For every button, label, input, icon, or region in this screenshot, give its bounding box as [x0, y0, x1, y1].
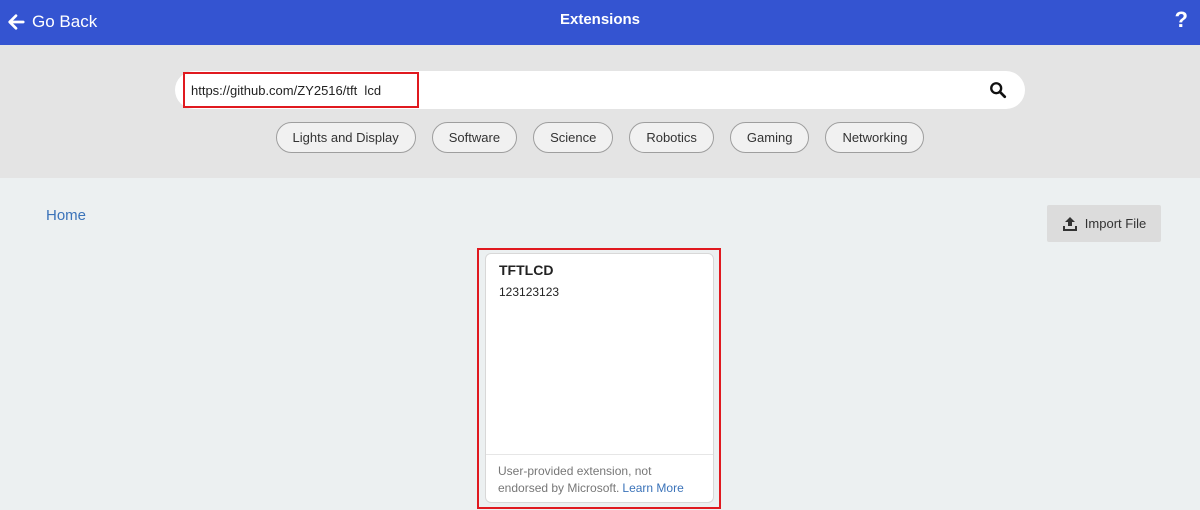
search-panel: Lights and Display Software Science Robo…	[0, 45, 1200, 178]
upload-icon	[1062, 216, 1077, 231]
extension-card[interactable]: TFTLCD 123123123 User-provided extension…	[485, 253, 714, 503]
breadcrumb-home[interactable]: Home	[46, 207, 86, 224]
learn-more-link[interactable]: Learn More	[622, 481, 683, 495]
page-title: Extensions	[559, 11, 641, 28]
import-file-button[interactable]: Import File	[1047, 205, 1161, 242]
help-icon[interactable]: ?	[1175, 7, 1188, 33]
top-bar: Go Back Extensions ?	[0, 0, 1200, 45]
tag-science[interactable]: Science	[533, 122, 614, 153]
extension-card-title: TFTLCD	[499, 262, 554, 278]
category-tags: Lights and Display Software Science Robo…	[0, 122, 1200, 153]
tag-lights-and-display[interactable]: Lights and Display	[275, 122, 416, 153]
extension-card-description: 123123123	[499, 285, 560, 299]
tag-networking[interactable]: Networking	[825, 122, 925, 153]
search-box	[175, 71, 1025, 109]
search-icon[interactable]	[989, 81, 1007, 99]
tag-robotics[interactable]: Robotics	[629, 122, 714, 153]
import-file-label: Import File	[1084, 216, 1147, 231]
extension-card-footer: User-provided extension, not endorsed by…	[486, 454, 713, 502]
tag-gaming[interactable]: Gaming	[729, 122, 810, 153]
tag-software[interactable]: Software	[431, 122, 518, 153]
search-input[interactable]	[191, 71, 971, 109]
